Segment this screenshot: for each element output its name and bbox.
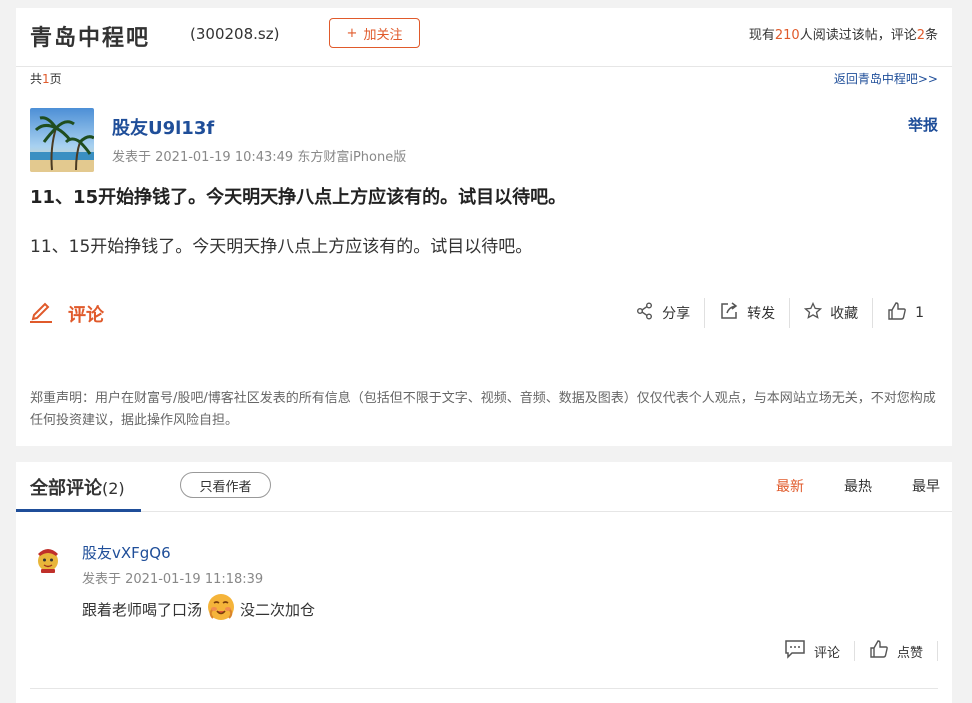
page-count: 共1页 <box>30 72 62 86</box>
comment-button[interactable]: 评论 <box>28 298 104 329</box>
like-button[interactable]: 1 <box>873 298 938 328</box>
forward-icon <box>719 301 739 325</box>
tab-all-comments[interactable]: 全部评论(2) <box>30 474 125 500</box>
post-panel: 青岛中程吧 (300208.sz) + 加关注 现有210人阅读过该帖，评论2条… <box>16 8 952 446</box>
like-count: 1 <box>915 305 924 321</box>
share-button[interactable]: 分享 <box>622 298 704 328</box>
comment-meta: 发表于 2021-01-19 11:18:39 <box>82 572 264 587</box>
comment-like-label: 点赞 <box>896 645 923 661</box>
plus-icon: + <box>346 25 358 41</box>
thumbs-up-icon <box>887 301 907 325</box>
forward-button[interactable]: 转发 <box>705 298 789 328</box>
sort-newest[interactable]: 最新 <box>776 476 804 496</box>
readers-info: 现有210人阅读过该帖，评论2条 <box>748 28 938 43</box>
thumbs-up-icon <box>869 639 889 663</box>
post-body: 11、15开始挣钱了。今天明天挣八点上方应该有的。试目以待吧。 <box>30 237 533 257</box>
report-link[interactable]: 举报 <box>908 114 938 135</box>
action-separator <box>937 641 938 661</box>
forum-title[interactable]: 青岛中程吧 <box>30 20 150 52</box>
comment-divider <box>30 688 938 689</box>
sort-hottest[interactable]: 最热 <box>844 476 872 496</box>
readers-count: 210 <box>774 28 800 43</box>
comment-label: 评论 <box>68 304 104 326</box>
pencil-icon <box>28 298 54 329</box>
comment-actions: 评论 点赞 <box>770 638 938 664</box>
comments-panel: 全部评论(2) 只看作者 最新 最热 最早 股友vXFgQ6 发表于 2021-… <box>16 462 952 703</box>
reply-button[interactable]: 评论 <box>770 639 854 663</box>
chat-bubble-icon <box>784 639 806 663</box>
star-icon <box>804 301 823 324</box>
share-icon <box>636 302 654 324</box>
comment-like-button[interactable]: 点赞 <box>855 639 937 663</box>
back-to-forum-link[interactable]: 返回青岛中程吧>> <box>834 70 938 87</box>
author-only-button[interactable]: 只看作者 <box>180 472 271 498</box>
share-label: 分享 <box>662 306 691 322</box>
sort-oldest[interactable]: 最早 <box>912 476 940 496</box>
follow-label: 加关注 <box>363 27 403 43</box>
post-meta: 发表于 2021-01-19 10:43:49 东方财富iPhone版 <box>112 150 407 165</box>
comment-author[interactable]: 股友vXFgQ6 <box>82 542 171 563</box>
active-tab-indicator <box>16 509 141 512</box>
header-divider <box>16 66 952 67</box>
comment-body: 跟着老师喝了口汤 没二次加仓 <box>82 592 315 626</box>
tabs-divider <box>16 511 952 512</box>
post-actions: 分享 转发 收藏 1 <box>622 298 938 328</box>
disclaimer: 郑重声明：用户在财富号/股吧/博客社区发表的所有信息（包括但不限于文字、视频、音… <box>30 391 936 428</box>
forward-label: 转发 <box>747 306 776 322</box>
stock-code: (300208.sz) <box>190 25 280 43</box>
smirk-emoji-icon <box>206 592 236 626</box>
favorite-label: 收藏 <box>830 306 859 322</box>
post-author[interactable]: 股友U9l13f <box>112 114 214 140</box>
post-title: 11、15开始挣钱了。今天明天挣八点上方应该有的。试目以待吧。 <box>30 187 567 208</box>
commenter-avatar[interactable] <box>32 542 64 574</box>
comments-count: 2 <box>916 28 925 43</box>
reply-label: 评论 <box>813 645 840 661</box>
author-avatar[interactable] <box>30 108 94 172</box>
follow-button[interactable]: + 加关注 <box>329 18 420 48</box>
favorite-button[interactable]: 收藏 <box>790 298 872 328</box>
